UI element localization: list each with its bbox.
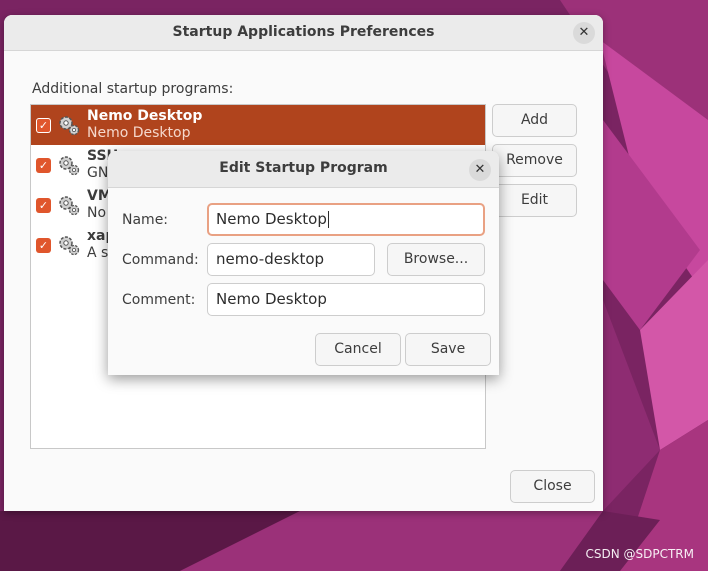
dialog-close-button[interactable]: ✕ bbox=[469, 159, 491, 181]
checkmark-icon: ✓ bbox=[38, 159, 49, 172]
comment-label: Comment: bbox=[122, 292, 196, 308]
name-label: Name: bbox=[122, 212, 169, 228]
remove-button[interactable]: Remove bbox=[492, 144, 577, 177]
gear-icon bbox=[59, 116, 80, 136]
command-value: nemo-desktop bbox=[216, 250, 325, 268]
section-label: Additional startup programs: bbox=[32, 81, 234, 97]
gear-icon bbox=[59, 236, 80, 256]
command-label: Command: bbox=[122, 252, 199, 268]
dialog-titlebar: Edit Startup Program ✕ bbox=[108, 151, 499, 188]
dialog-title: Edit Startup Program bbox=[219, 160, 388, 176]
program-description: GN bbox=[87, 165, 109, 181]
close-icon: ✕ bbox=[474, 162, 486, 177]
text-caret bbox=[327, 211, 329, 228]
name-value: Nemo Desktop bbox=[216, 210, 327, 228]
window-titlebar: Startup Applications Preferences ✕ bbox=[4, 15, 603, 51]
enable-checkbox[interactable]: ✓ bbox=[36, 238, 51, 253]
window-close-button[interactable]: ✕ bbox=[573, 22, 595, 44]
checkmark-icon: ✓ bbox=[38, 119, 49, 132]
save-button[interactable]: Save bbox=[405, 333, 491, 366]
enable-checkbox[interactable]: ✓ bbox=[36, 198, 51, 213]
watermark: CSDN @SDPCTRM bbox=[585, 547, 694, 561]
comment-field[interactable]: Nemo Desktop bbox=[207, 283, 485, 316]
program-description: A s bbox=[87, 245, 109, 261]
close-icon: ✕ bbox=[578, 25, 590, 40]
checkmark-icon: ✓ bbox=[38, 239, 49, 252]
enable-checkbox[interactable]: ✓ bbox=[36, 158, 51, 173]
add-button[interactable]: Add bbox=[492, 104, 577, 137]
window-title: Startup Applications Preferences bbox=[172, 24, 435, 40]
gear-icon bbox=[59, 156, 80, 176]
gear-icon bbox=[59, 196, 80, 216]
list-item[interactable]: ✓ Nemo Desktop Nemo Desktop bbox=[31, 105, 485, 145]
browse-button[interactable]: Browse... bbox=[387, 243, 485, 276]
enable-checkbox[interactable]: ✓ bbox=[36, 118, 51, 133]
program-description: Nemo Desktop bbox=[87, 125, 191, 141]
name-field[interactable]: Nemo Desktop bbox=[207, 203, 485, 236]
program-description: No bbox=[87, 205, 107, 221]
edit-startup-program-dialog: Edit Startup Program ✕ Name: Nemo Deskto… bbox=[108, 151, 499, 375]
command-field[interactable]: nemo-desktop bbox=[207, 243, 375, 276]
comment-value: Nemo Desktop bbox=[216, 290, 327, 308]
close-button[interactable]: Close bbox=[510, 470, 595, 503]
checkmark-icon: ✓ bbox=[38, 199, 49, 212]
program-name: Nemo Desktop bbox=[87, 108, 203, 124]
cancel-button[interactable]: Cancel bbox=[315, 333, 401, 366]
edit-button[interactable]: Edit bbox=[492, 184, 577, 217]
